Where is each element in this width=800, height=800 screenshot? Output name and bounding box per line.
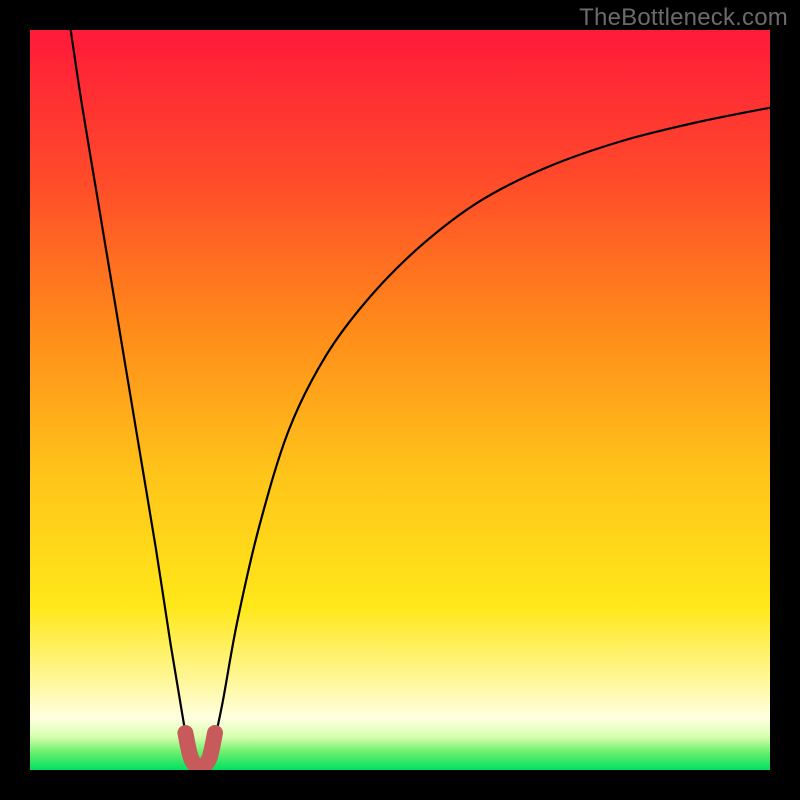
chart-svg (30, 30, 770, 770)
watermark-text: TheBottleneck.com (579, 4, 788, 32)
plot-area (30, 30, 770, 770)
chart-frame: TheBottleneck.com (0, 0, 800, 800)
gradient-background (30, 30, 770, 770)
